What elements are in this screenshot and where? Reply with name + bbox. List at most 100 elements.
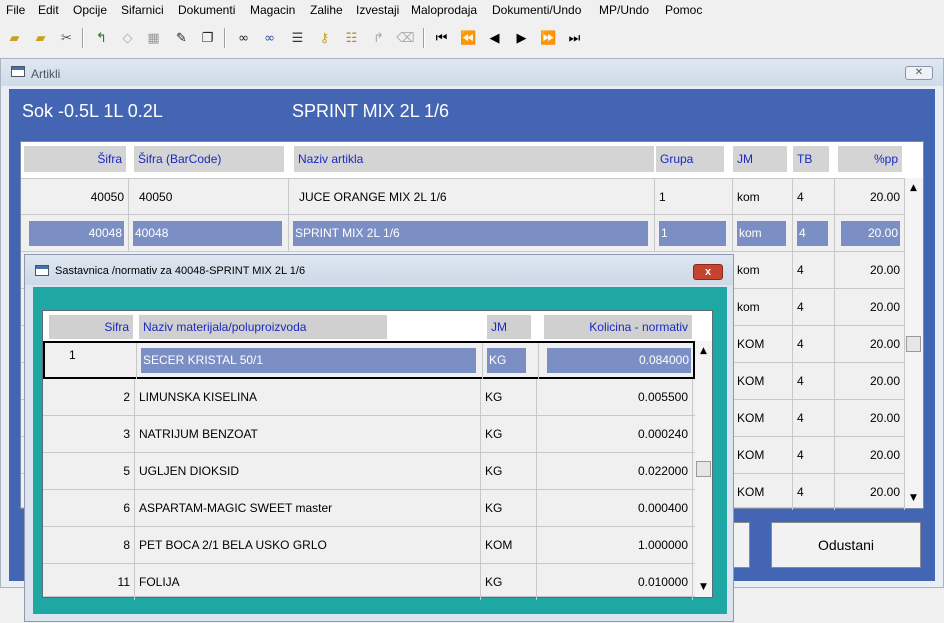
menu-sifarnici[interactable]: Sifarnici [121, 3, 164, 17]
material-row[interactable]: 8 PET BOCA 2/1 BELA USKO GRLO KOM 1.0000… [43, 527, 695, 564]
cell-jm: KG [481, 379, 537, 415]
key-icon[interactable]: ⚷ [313, 26, 336, 50]
cell-jm: kom [733, 179, 793, 215]
material-row[interactable]: 2 LIMUNSKA KISELINA KG 0.005500 [43, 379, 695, 416]
cell-grupa: 1 [655, 215, 733, 251]
material-row[interactable]: 11 FOLIJA KG 0.010000 [43, 564, 695, 600]
scroll-up-icon[interactable]: ▲ [695, 343, 712, 360]
col-jm[interactable]: JM [733, 146, 787, 172]
col-sifra[interactable]: Šifra [24, 146, 126, 172]
table-row-selected[interactable]: 40048 40048 SPRINT MIX 2L 1/6 1 kom 4 20… [21, 215, 905, 252]
eraser-icon[interactable]: ⌫ [394, 26, 417, 50]
menu-magacin[interactable]: Magacin [250, 3, 295, 17]
materials-scrollbar[interactable]: ▲ ▼ [695, 341, 712, 597]
menu-opcije[interactable]: Opcije [73, 3, 107, 17]
cell-naziv: UGLJEN DIOKSID [135, 453, 481, 489]
col-kolicina[interactable]: Kolicina - normativ [544, 315, 692, 339]
sastavnica-titlebar[interactable]: Sastavnica /normativ za 40048-SPRINT MIX… [25, 255, 733, 285]
cell-jm-text: KG [487, 348, 526, 373]
edit-icon[interactable]: ✎ [170, 26, 193, 50]
cell-pp: 20.00 [835, 215, 905, 251]
materials-grid[interactable]: Sifra Naziv materijala/poluproizvoda JM … [42, 310, 713, 600]
cell-naziv-text: SPRINT MIX 2L 1/6 [293, 221, 648, 246]
sastavnica-title: Sastavnica /normativ za 40048-SPRINT MIX… [55, 265, 306, 277]
artikli-titlebar[interactable]: Artikli ✕ [1, 59, 943, 86]
col-sifra[interactable]: Sifra [49, 315, 133, 339]
toolbar: ▰ ▰ ✂ ↰ ◇ ▦ ✎ ❐ ∞ ∞ ☰ ⚷ ☷ ↱ ⌫ ⏮ ⏪ ◀ ▶ ⏩ … [0, 25, 944, 53]
list-icon[interactable]: ☰ [286, 26, 309, 50]
cell-kolicina-text: 0.084000 [547, 348, 691, 373]
cell-sifra-text: 40048 [29, 221, 124, 246]
scroll-thumb[interactable] [696, 461, 711, 477]
last-record-icon[interactable]: ⏭ [563, 26, 586, 50]
col-naziv-materijala[interactable]: Naziv materijala/poluproizvoda [139, 315, 387, 339]
binoculars-icon[interactable]: ∞ [232, 26, 255, 50]
first-record-icon[interactable]: ⏮ [430, 26, 453, 50]
cell-naziv: SECER KRISTAL 50/1 [137, 343, 483, 379]
menu-edit[interactable]: Edit [38, 3, 59, 17]
cell-jm: KG [481, 490, 537, 526]
table-row[interactable]: 40050 40050 JUCE ORANGE MIX 2L 1/6 1 kom… [21, 178, 905, 215]
cell-jm: KOM [733, 400, 793, 436]
next-record-icon[interactable]: ▶ [510, 26, 533, 50]
cell-jm: KOM [481, 527, 537, 563]
cell-jm: kom [733, 252, 793, 288]
cell-jm: KG [481, 453, 537, 489]
cell-sifra: 3 [43, 416, 135, 452]
cell-pp: 20.00 [835, 437, 905, 473]
scroll-down-icon[interactable]: ▼ [905, 490, 922, 507]
cell-tb: 4 [793, 474, 835, 510]
return-arrow-icon[interactable]: ↱ [367, 26, 390, 50]
menu-maloprodaja[interactable]: Maloprodaja [411, 3, 477, 17]
col-tb[interactable]: TB [793, 146, 829, 172]
col-jm[interactable]: JM [487, 315, 531, 339]
artikli-title: Artikli [31, 67, 61, 81]
next-page-icon[interactable]: ⏩ [537, 26, 560, 50]
close-icon[interactable]: x [693, 264, 723, 280]
cell-jm: KG [481, 416, 537, 452]
menu-file[interactable]: File [6, 3, 25, 17]
undo-icon[interactable]: ↰ [90, 26, 113, 50]
cell-pp: 20.00 [835, 289, 905, 325]
material-row[interactable]: 5 UGLJEN DIOKSID KG 0.022000 [43, 453, 695, 490]
material-row[interactable]: 3 NATRIJUM BENZOAT KG 0.000240 [43, 416, 695, 453]
menu-zalihe[interactable]: Zalihe [310, 3, 343, 17]
col-barcode[interactable]: Šifra (BarCode) [134, 146, 284, 172]
tools-icon[interactable]: ✂ [55, 26, 78, 50]
scroll-down-icon[interactable]: ▼ [695, 579, 712, 596]
scroll-up-icon[interactable]: ▲ [905, 180, 922, 197]
menu-dokumenti-undo[interactable]: Dokumenti/Undo [492, 3, 581, 17]
menu-izvestaji[interactable]: Izvestaji [356, 3, 399, 17]
database-icon[interactable]: ☷ [340, 26, 363, 50]
col-naziv[interactable]: Naziv artikla [294, 146, 654, 172]
material-row-selected[interactable]: 1 SECER KRISTAL 50/1 KG 0.084000 [43, 341, 695, 379]
artikli-close-button[interactable]: ✕ [905, 66, 933, 80]
material-row[interactable]: 6 ASPARTAM-MAGIC SWEET master KG 0.00040… [43, 490, 695, 527]
folder-arrow-icon[interactable]: ▰ [29, 26, 52, 50]
menu-pomoc[interactable]: Pomoc [665, 3, 702, 17]
cell-pp: 20.00 [835, 474, 905, 510]
menu-bar: File Edit Opcije Sifarnici Dokumenti Mag… [0, 0, 944, 22]
menu-dokumenti[interactable]: Dokumenti [178, 3, 235, 17]
binoculars-plus-icon[interactable]: ∞ [258, 26, 281, 50]
cell-tb: 4 [793, 252, 835, 288]
menu-mp-undo[interactable]: MP/Undo [599, 3, 649, 17]
col-pp[interactable]: %pp [838, 146, 902, 172]
cancel-button[interactable]: Odustani [771, 522, 921, 568]
scroll-thumb[interactable] [906, 336, 921, 352]
open-folder-icon[interactable]: ▰ [3, 26, 26, 50]
diamond-icon[interactable]: ◇ [116, 26, 139, 50]
articles-scrollbar[interactable]: ▲ ▼ [905, 178, 923, 508]
cell-naziv: ASPARTAM-MAGIC SWEET master [135, 490, 481, 526]
sastavnica-window: Sastavnica /normativ za 40048-SPRINT MIX… [24, 254, 734, 622]
table-icon[interactable]: ▦ [142, 26, 165, 50]
cell-naziv: FOLIJA [135, 564, 481, 600]
group-label: Sok -0.5L 1L 0.2L [22, 101, 163, 121]
col-grupa[interactable]: Grupa [656, 146, 724, 172]
prev-page-icon[interactable]: ⏪ [457, 26, 480, 50]
copy-icon[interactable]: ❐ [196, 26, 219, 50]
cell-naziv: JUCE ORANGE MIX 2L 1/6 [289, 179, 655, 215]
cell-naziv-text: SECER KRISTAL 50/1 [141, 348, 476, 373]
cell-sifra: 8 [43, 527, 135, 563]
prev-record-icon[interactable]: ◀ [483, 26, 506, 50]
